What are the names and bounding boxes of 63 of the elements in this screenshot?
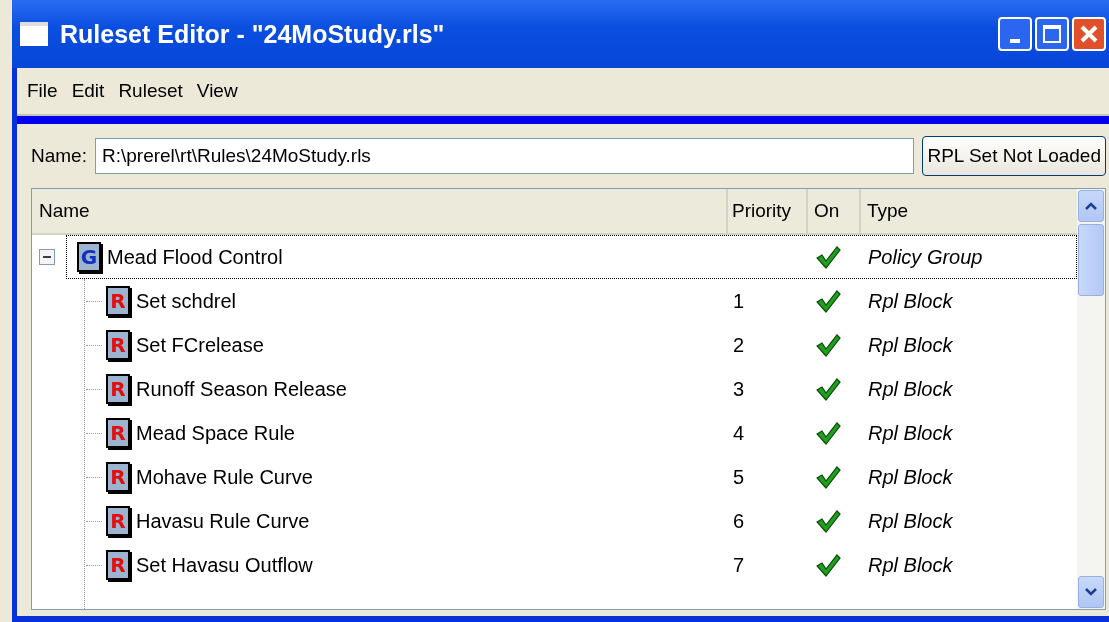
collapse-toggle[interactable] (39, 249, 55, 265)
check-icon[interactable] (815, 552, 841, 578)
type-text: Rpl Block (868, 377, 953, 401)
minimize-button[interactable] (998, 17, 1032, 51)
scroll-down-button[interactable] (1078, 576, 1104, 608)
menu-item[interactable]: Edit (71, 80, 105, 102)
check-icon[interactable] (815, 508, 841, 534)
column-header[interactable]: Priority (728, 189, 808, 233)
scroll-up-button[interactable] (1078, 190, 1104, 222)
rpl-status-button[interactable]: RPL Set Not Loaded (922, 136, 1106, 176)
tree-row[interactable]: R Set Havasu Outflow 7 Rpl Block (32, 543, 1077, 587)
priority-text: 2 (733, 333, 745, 357)
up-caret-icon (1084, 201, 1098, 211)
type-text: Rpl Block (868, 553, 953, 577)
row-name: Set FCrelease (136, 333, 264, 357)
column-header[interactable]: Type (861, 189, 1077, 233)
type-text: Rpl Block (868, 509, 953, 533)
priority-text: 1 (733, 289, 745, 313)
row-name: Mead Flood Control (107, 245, 283, 269)
window-title: Ruleset Editor - "24MoStudy.rls" (60, 19, 446, 49)
menu-item[interactable]: File (27, 80, 58, 102)
row-name: Mead Space Rule (136, 421, 295, 445)
priority-text: 5 (733, 465, 745, 489)
down-caret-icon (1084, 587, 1098, 597)
type-text: Rpl Block (868, 421, 953, 445)
close-icon (1078, 23, 1100, 45)
tree-row[interactable]: R Mead Space Rule 4 Rpl Block (32, 411, 1077, 455)
tree-row[interactable]: R Set schdrel 1 Rpl Block (32, 279, 1077, 323)
close-button[interactable] (1072, 17, 1106, 51)
column-header[interactable]: On (808, 189, 861, 233)
window-icon (20, 22, 48, 46)
priority-text: 3 (733, 377, 745, 401)
priority-text: 4 (733, 421, 745, 445)
tree-row[interactable]: R Runoff Season Release 3 Rpl Block (32, 367, 1077, 411)
check-icon[interactable] (815, 376, 841, 402)
row-name: Havasu Rule Curve (136, 509, 310, 533)
group-icon: G (77, 242, 101, 272)
type-text: Rpl Block (868, 465, 953, 489)
row-name: Set schdrel (136, 289, 237, 313)
tree-row[interactable]: R Havasu Rule Curve 6 Rpl Block (32, 499, 1077, 543)
priority-text: 6 (733, 509, 745, 533)
menu-item[interactable]: View (196, 80, 238, 102)
name-field[interactable]: R:\prerel\rt\Rules\24MoStudy.rls (94, 138, 915, 174)
column-header[interactable]: Name (32, 189, 728, 233)
type-text: Rpl Block (868, 289, 953, 313)
scroll-thumb[interactable] (1078, 224, 1104, 296)
menu-item[interactable]: Ruleset (118, 80, 183, 102)
type-text: Rpl Block (868, 333, 953, 357)
check-icon[interactable] (815, 288, 841, 314)
check-icon[interactable] (815, 464, 841, 490)
row-name: Mohave Rule Curve (136, 465, 313, 489)
name-label: Name: (31, 145, 87, 167)
type-text: Policy Group (868, 245, 983, 269)
tree-row[interactable]: R Set FCrelease 2 Rpl Block (32, 323, 1077, 367)
check-icon[interactable] (815, 420, 841, 446)
tree-row[interactable]: R Mohave Rule Curve 5 Rpl Block (32, 455, 1077, 499)
row-name: Set Havasu Outflow (136, 553, 313, 577)
vertical-scrollbar[interactable] (1077, 189, 1105, 609)
maximize-button[interactable] (1035, 17, 1069, 51)
check-icon[interactable] (815, 332, 841, 358)
priority-text: 7 (733, 553, 745, 577)
check-icon[interactable] (815, 244, 841, 270)
row-name: Runoff Season Release (136, 377, 347, 401)
